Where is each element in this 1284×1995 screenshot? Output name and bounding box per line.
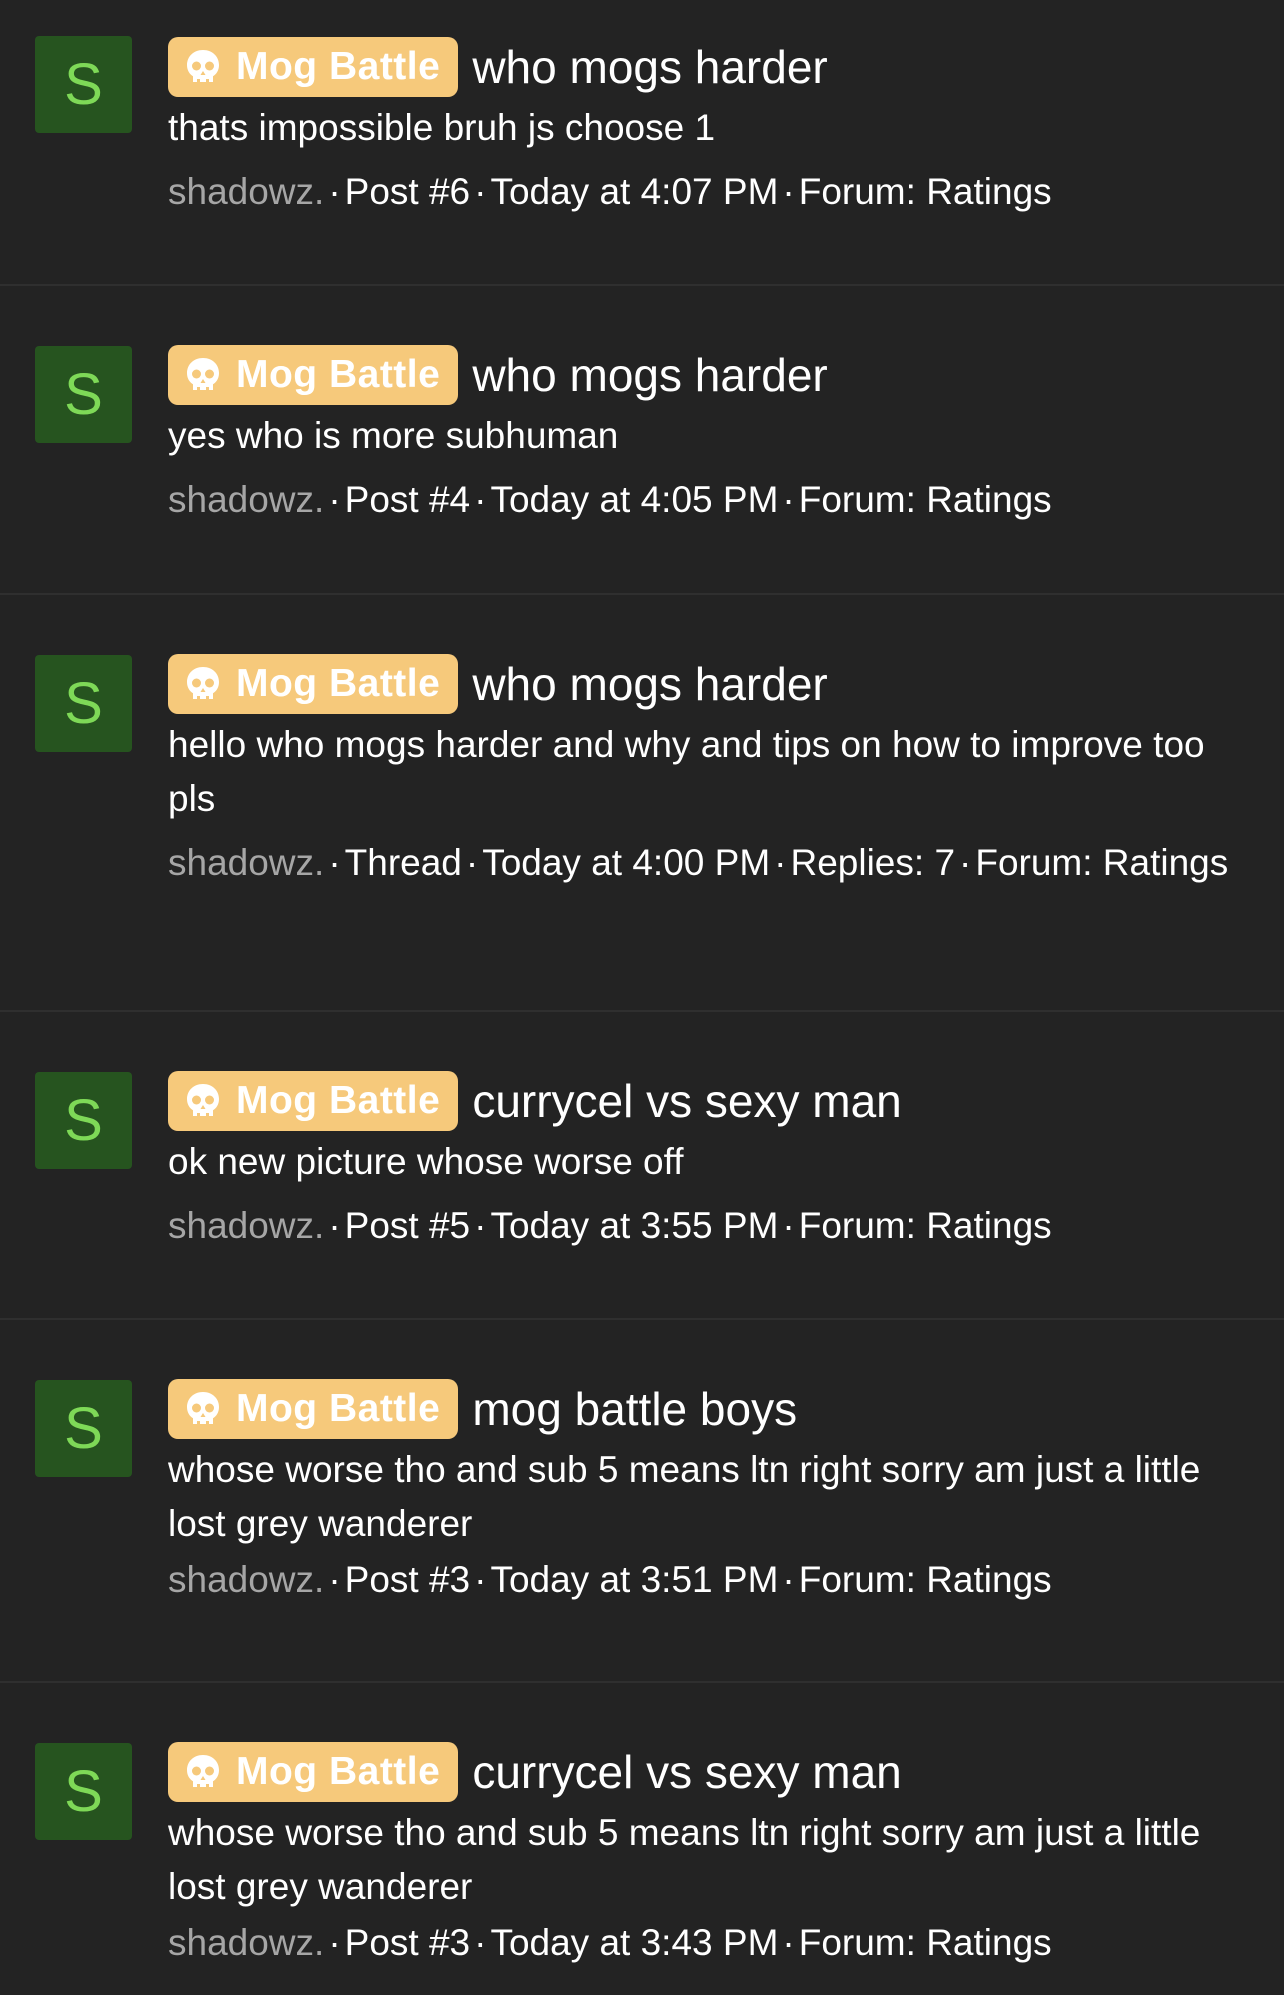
username-link[interactable]: shadowz. <box>168 1559 324 1600</box>
thread-prefix-label: Mog Battle <box>236 1079 441 1122</box>
thread-prefix-badge[interactable]: Mog Battle <box>168 1742 459 1802</box>
result-title-line: Mog Battle currycel vs sexy man <box>168 1740 1244 1804</box>
avatar[interactable]: S <box>35 346 132 443</box>
result-title-link[interactable]: mog battle boys <box>472 1382 797 1436</box>
result-title-link[interactable]: who mogs harder <box>472 657 827 711</box>
username-link[interactable]: shadowz. <box>168 171 324 212</box>
timestamp: Today at 3:55 PM <box>490 1205 779 1246</box>
result-snippet: whose worse tho and sub 5 means ltn righ… <box>168 1449 1201 1544</box>
result-title-line: Mog Battle who mogs harder <box>168 35 1244 99</box>
result-snippet: ok new picture whose worse off <box>168 1141 684 1182</box>
skull-icon <box>187 667 219 699</box>
search-result: S Mog Battle who mogs harder yes who is … <box>0 286 1284 595</box>
thread-prefix-label: Mog Battle <box>236 662 441 705</box>
result-meta: shadowz. · Post #3 · Today at 3:43 PM · Forum:… <box>168 1922 1052 1963</box>
result-title-link[interactable]: who mogs harder <box>472 348 827 402</box>
search-result: S Mog Battle currycel vs sexy man ok new… <box>0 1012 1284 1320</box>
result-snippet: hello who mogs harder and why and tips o… <box>168 724 1205 819</box>
forum-link[interactable]: Forum: Ratings <box>799 1922 1052 1963</box>
result-content: Mog Battle who mogs harder hello who mog… <box>168 652 1244 890</box>
avatar[interactable]: S <box>35 36 132 133</box>
forum-link[interactable]: Forum: Ratings <box>799 479 1052 520</box>
thread-prefix-badge[interactable]: Mog Battle <box>168 1379 459 1439</box>
thread-prefix-label: Mog Battle <box>236 353 441 396</box>
search-result: S Mog Battle who mogs harder hello who m… <box>0 595 1284 1012</box>
skull-icon <box>187 1084 219 1116</box>
result-title-link[interactable]: currycel vs sexy man <box>472 1745 901 1799</box>
result-title-line: Mog Battle currycel vs sexy man <box>168 1069 1244 1133</box>
result-content: Mog Battle who mogs harder yes who is mo… <box>168 343 1244 527</box>
username-link[interactable]: shadowz. <box>168 1205 324 1246</box>
result-snippet: whose worse tho and sub 5 means ltn righ… <box>168 1812 1201 1907</box>
thread-prefix-label: Mog Battle <box>236 1387 441 1430</box>
result-meta: shadowz. · Post #5 · Today at 3:55 PM · Forum:… <box>168 1205 1052 1246</box>
reply-count: Replies: 7 <box>790 842 956 883</box>
result-content: Mog Battle currycel vs sexy man ok new p… <box>168 1069 1244 1253</box>
result-meta: shadowz. · Post #3 · Today at 3:51 PM · Forum:… <box>168 1559 1052 1600</box>
result-title-line: Mog Battle who mogs harder <box>168 652 1244 716</box>
search-result: S Mog Battle currycel vs sexy man whose … <box>0 1683 1284 1995</box>
timestamp: Today at 4:00 PM <box>482 842 771 883</box>
result-snippet: yes who is more subhuman <box>168 415 619 456</box>
post-link[interactable]: Post #5 <box>345 1205 470 1246</box>
thread-prefix-label: Mog Battle <box>236 45 441 88</box>
thread-prefix-badge[interactable]: Mog Battle <box>168 345 459 405</box>
thread-prefix-badge[interactable]: Mog Battle <box>168 37 459 97</box>
result-meta: shadowz. · Thread · Today at 4:00 PM · Replies… <box>168 842 1229 883</box>
post-link[interactable]: Post #4 <box>345 479 470 520</box>
skull-icon <box>187 50 219 82</box>
username-link[interactable]: shadowz. <box>168 479 324 520</box>
forum-link[interactable]: Forum: Ratings <box>975 842 1228 883</box>
timestamp: Today at 3:51 PM <box>490 1559 779 1600</box>
result-title-link[interactable]: currycel vs sexy man <box>472 1074 901 1128</box>
search-result: S Mog Battle who mogs harder thats impos… <box>0 0 1284 286</box>
thread-prefix-label: Mog Battle <box>236 1750 441 1793</box>
timestamp: Today at 3:43 PM <box>490 1922 779 1963</box>
forum-link[interactable]: Forum: Ratings <box>799 1205 1052 1246</box>
thread-prefix-badge[interactable]: Mog Battle <box>168 654 459 714</box>
skull-icon <box>187 1392 219 1424</box>
thread-prefix-badge[interactable]: Mog Battle <box>168 1071 459 1131</box>
post-link[interactable]: Post #3 <box>345 1922 470 1963</box>
forum-link[interactable]: Forum: Ratings <box>799 171 1052 212</box>
avatar[interactable]: S <box>35 1072 132 1169</box>
post-link[interactable]: Post #3 <box>345 1559 470 1600</box>
timestamp: Today at 4:05 PM <box>490 479 779 520</box>
username-link[interactable]: shadowz. <box>168 842 324 883</box>
result-snippet: thats impossible bruh js choose 1 <box>168 107 716 148</box>
avatar[interactable]: S <box>35 655 132 752</box>
timestamp: Today at 4:07 PM <box>490 171 779 212</box>
result-title-link[interactable]: who mogs harder <box>472 40 827 94</box>
username-link[interactable]: shadowz. <box>168 1922 324 1963</box>
skull-icon <box>187 358 219 390</box>
result-title-line: Mog Battle mog battle boys <box>168 1377 1244 1441</box>
skull-icon <box>187 1755 219 1787</box>
result-meta: shadowz. · Post #6 · Today at 4:07 PM · Forum:… <box>168 171 1052 212</box>
search-result: S Mog Battle mog battle boys whose worse… <box>0 1320 1284 1683</box>
forum-link[interactable]: Forum: Ratings <box>799 1559 1052 1600</box>
result-content: Mog Battle mog battle boys whose worse t… <box>168 1377 1244 1607</box>
avatar[interactable]: S <box>35 1380 132 1477</box>
avatar[interactable]: S <box>35 1743 132 1840</box>
post-link[interactable]: Post #6 <box>345 171 470 212</box>
result-meta: shadowz. · Post #4 · Today at 4:05 PM · Forum:… <box>168 479 1052 520</box>
result-content: Mog Battle currycel vs sexy man whose wo… <box>168 1740 1244 1970</box>
result-title-line: Mog Battle who mogs harder <box>168 343 1244 407</box>
thread-label: Thread <box>344 842 462 883</box>
result-content: Mog Battle who mogs harder thats impossi… <box>168 35 1244 219</box>
